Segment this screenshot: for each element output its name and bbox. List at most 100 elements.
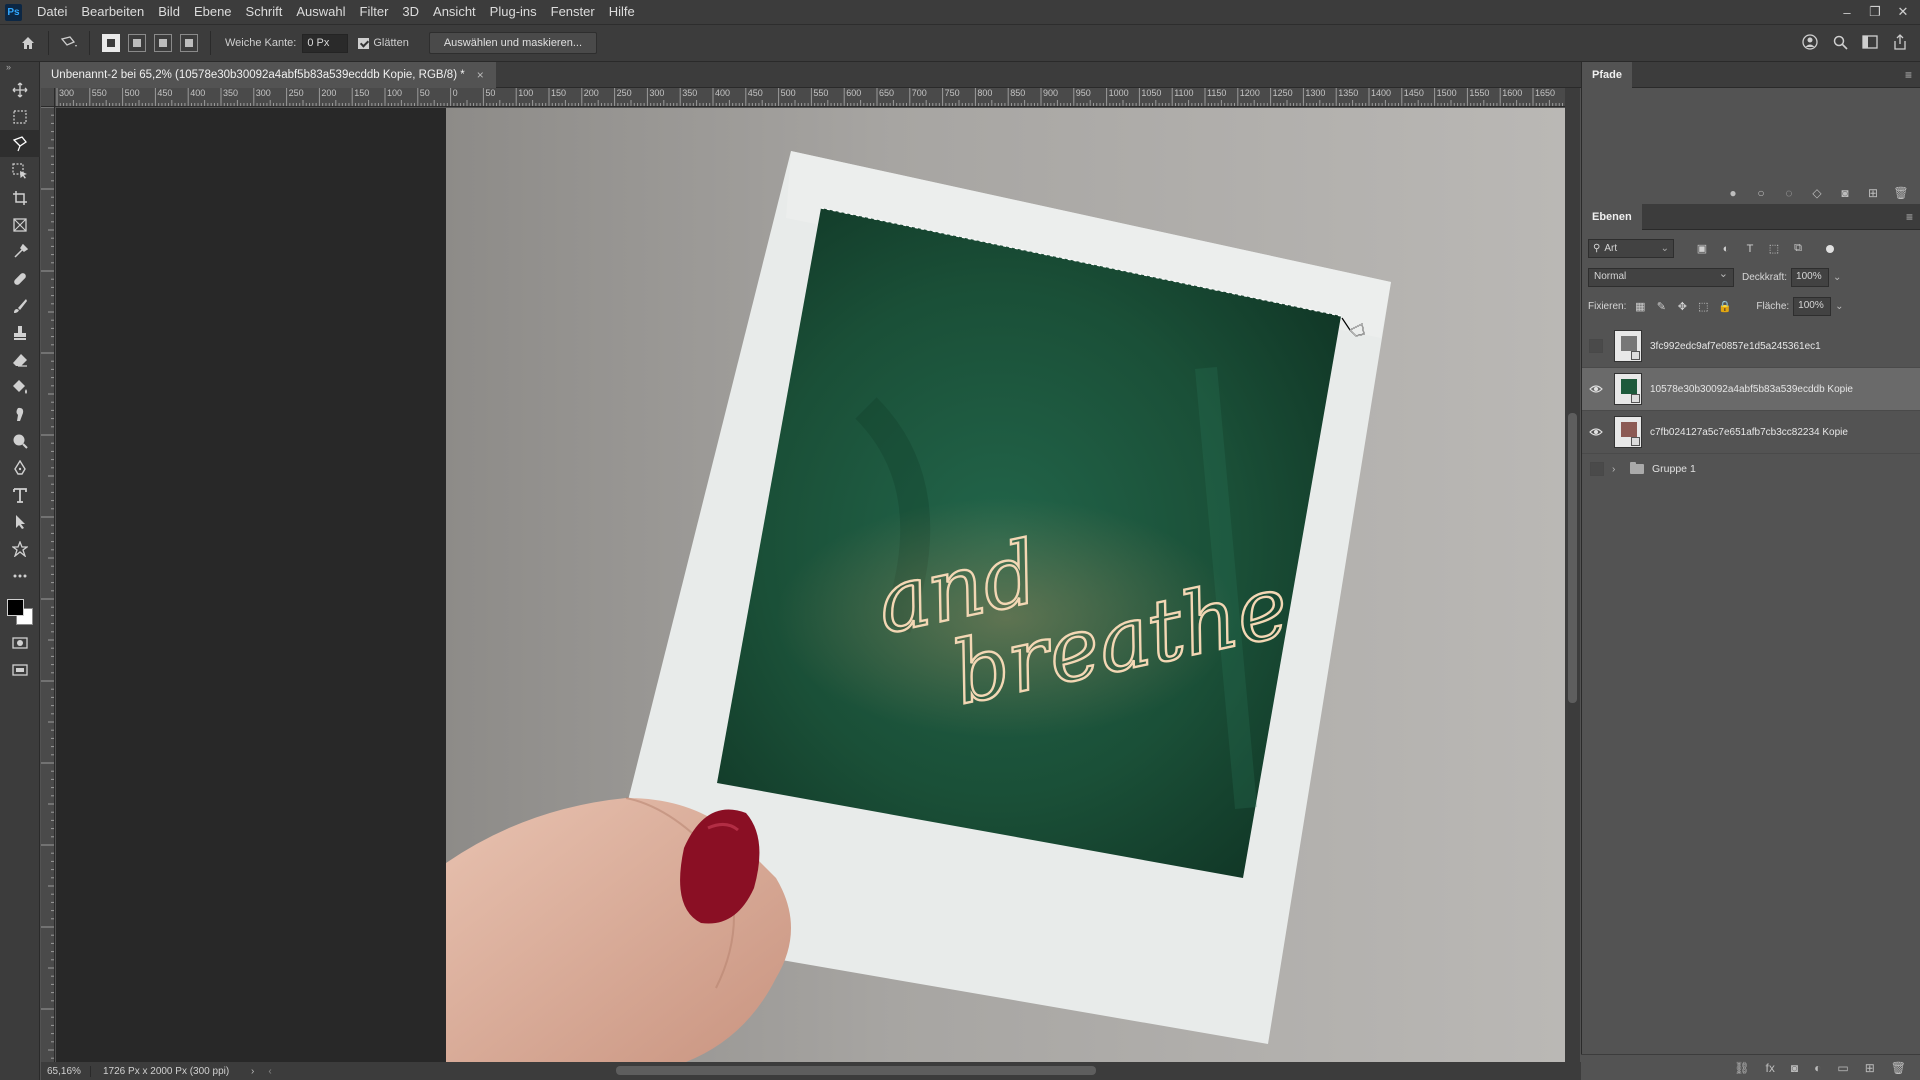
- shape-tool-icon[interactable]: [0, 535, 40, 562]
- blend-mode-select[interactable]: Normal: [1588, 267, 1734, 287]
- move-tool-icon[interactable]: [0, 76, 40, 103]
- lock-artboard-icon[interactable]: ⬚: [1697, 300, 1709, 313]
- select-and-mask-button[interactable]: Auswählen und maskieren...: [428, 32, 597, 54]
- menu-ansicht[interactable]: Ansicht: [426, 0, 483, 24]
- close-document-icon[interactable]: ×: [477, 68, 484, 82]
- clone-stamp-tool-icon[interactable]: [0, 319, 40, 346]
- visibility-toggle[interactable]: [1582, 368, 1610, 411]
- menu-3d[interactable]: 3D: [395, 0, 426, 24]
- delete-layer-icon[interactable]: 🗑: [1891, 1061, 1906, 1075]
- new-selection-mode-button[interactable]: [102, 34, 120, 52]
- paint-bucket-tool-icon[interactable]: [0, 373, 40, 400]
- foreground-color-swatch[interactable]: [7, 599, 24, 616]
- layer-name[interactable]: 3fc992edc9af7e0857e1d5a245361ec1: [1650, 341, 1821, 352]
- load-path-selection-icon[interactable]: ◌: [1782, 186, 1796, 200]
- paths-panel-menu-icon[interactable]: ≡: [1905, 68, 1912, 82]
- home-icon[interactable]: [16, 31, 40, 55]
- layer-group-row[interactable]: › Gruppe 1: [1582, 454, 1920, 484]
- opacity-input[interactable]: 100%: [1791, 268, 1830, 287]
- menu-hilfe[interactable]: Hilfe: [602, 0, 642, 24]
- eraser-tool-icon[interactable]: [0, 346, 40, 373]
- minimize-button[interactable]: –: [1838, 5, 1856, 20]
- pen-tool-icon[interactable]: [0, 454, 40, 481]
- smudge-tool-icon[interactable]: [0, 400, 40, 427]
- filter-smart-object-icon[interactable]: ⧉: [1792, 242, 1804, 255]
- add-layer-mask-icon[interactable]: ◙: [1791, 1061, 1798, 1075]
- menu-fenster[interactable]: Fenster: [544, 0, 602, 24]
- add-mask-icon[interactable]: ◙: [1838, 186, 1852, 200]
- close-window-button[interactable]: ✕: [1894, 4, 1912, 20]
- new-adjustment-layer-icon[interactable]: ◐: [1814, 1061, 1821, 1075]
- filter-toggle-icon[interactable]: [1826, 244, 1834, 253]
- fill-input[interactable]: 100%: [1793, 297, 1832, 316]
- restore-button[interactable]: ❐: [1866, 4, 1884, 20]
- lock-position-icon[interactable]: ✥: [1676, 300, 1688, 313]
- lock-image-icon[interactable]: ✎: [1655, 300, 1667, 313]
- visibility-toggle[interactable]: [1582, 325, 1610, 368]
- visibility-toggle[interactable]: [1582, 411, 1610, 454]
- vertical-ruler[interactable]: [41, 107, 55, 1062]
- collapse-toolbar-icon[interactable]: »: [0, 62, 39, 76]
- horizontal-scroll-thumb[interactable]: [616, 1066, 1096, 1075]
- layers-panel-menu-icon[interactable]: ≡: [1906, 210, 1913, 224]
- filter-type-icon[interactable]: T: [1744, 243, 1756, 255]
- stroke-path-icon[interactable]: ○: [1754, 186, 1768, 200]
- object-selection-tool-icon[interactable]: [0, 157, 40, 184]
- layer-name[interactable]: c7fb024127a5c7e651afb7cb3cc82234 Kopie: [1650, 427, 1848, 438]
- make-work-path-icon[interactable]: ◇: [1810, 186, 1824, 200]
- canvas-area[interactable]: and breathe: [56, 108, 1565, 1062]
- feather-input[interactable]: 0 Px: [302, 33, 349, 53]
- document-tab[interactable]: Unbenannt-2 bei 65,2% (10578e30b30092a4a…: [41, 62, 496, 88]
- filter-adjustment-icon[interactable]: ◐: [1720, 243, 1732, 255]
- menu-bild[interactable]: Bild: [151, 0, 187, 24]
- new-path-icon[interactable]: ⊞: [1866, 186, 1880, 200]
- intersect-selection-mode-button[interactable]: [180, 34, 198, 52]
- path-selection-tool-icon[interactable]: [0, 508, 40, 535]
- brush-tool-icon[interactable]: [0, 292, 40, 319]
- workspace-icon[interactable]: [1860, 32, 1880, 52]
- eyedropper-tool-icon[interactable]: [0, 238, 40, 265]
- menu-ebene[interactable]: Ebene: [187, 0, 239, 24]
- layer-filter-select[interactable]: ⚲ Art ⌄: [1588, 239, 1674, 258]
- fill-path-icon[interactable]: ●: [1726, 186, 1740, 200]
- more-tools-icon[interactable]: [0, 562, 40, 589]
- vertical-scroll-thumb[interactable]: [1568, 413, 1577, 703]
- new-layer-icon[interactable]: ⊞: [1865, 1061, 1875, 1075]
- antialias-checkbox[interactable]: [358, 37, 370, 49]
- layer-row-selected[interactable]: 10578e30b30092a4abf5b83a539ecddb Kopie: [1582, 368, 1920, 411]
- opacity-chevron-icon[interactable]: ⌄: [1833, 272, 1841, 283]
- export-share-icon[interactable]: [1890, 32, 1910, 52]
- screen-mode-icon[interactable]: [0, 656, 40, 683]
- layer-row[interactable]: c7fb024127a5c7e651afb7cb3cc82234 Kopie: [1582, 411, 1920, 454]
- horizontal-ruler[interactable]: 300 550 500 450 400 350 300 250 200 150 100 50 0 50 10…: [55, 88, 1565, 107]
- link-layers-icon[interactable]: ⛓: [1734, 1061, 1749, 1075]
- ruler-origin[interactable]: [41, 88, 55, 107]
- menu-auswahl[interactable]: Auswahl: [289, 0, 352, 24]
- menu-bearbeiten[interactable]: Bearbeiten: [74, 0, 151, 24]
- document-dimensions[interactable]: 1726 Px x 2000 Px (300 ppi): [91, 1066, 251, 1077]
- polygonal-lasso-preset-icon[interactable]: [57, 31, 81, 55]
- menu-datei[interactable]: Datei: [30, 0, 74, 24]
- layer-name[interactable]: 10578e30b30092a4abf5b83a539ecddb Kopie: [1650, 384, 1853, 395]
- menu-schrift[interactable]: Schrift: [239, 0, 290, 24]
- healing-brush-tool-icon[interactable]: [0, 265, 40, 292]
- crop-tool-icon[interactable]: [0, 184, 40, 211]
- new-group-icon[interactable]: ▭: [1837, 1061, 1848, 1075]
- fill-chevron-icon[interactable]: ⌄: [1835, 301, 1843, 312]
- tab-layers[interactable]: Ebenen: [1582, 204, 1642, 230]
- lock-transparent-icon[interactable]: ▦: [1634, 300, 1646, 313]
- layer-row[interactable]: 3fc992edc9af7e0857e1d5a245361ec1: [1582, 325, 1920, 368]
- menu-plugins[interactable]: Plug-ins: [483, 0, 544, 24]
- group-expand-chevron-icon[interactable]: ›: [1612, 464, 1626, 475]
- group-name[interactable]: Gruppe 1: [1652, 463, 1696, 475]
- type-tool-icon[interactable]: [0, 481, 40, 508]
- quick-mask-icon[interactable]: [0, 629, 40, 656]
- layer-style-fx-icon[interactable]: fx: [1766, 1061, 1775, 1075]
- add-selection-mode-button[interactable]: [128, 34, 146, 52]
- filter-shape-icon[interactable]: ⬚: [1768, 243, 1780, 255]
- lasso-tool-icon[interactable]: [0, 130, 40, 157]
- scroll-left-icon[interactable]: ‹: [268, 1066, 271, 1077]
- share-user-icon[interactable]: [1800, 32, 1820, 52]
- zoom-level[interactable]: 65,16%: [41, 1065, 91, 1077]
- subtract-selection-mode-button[interactable]: [154, 34, 172, 52]
